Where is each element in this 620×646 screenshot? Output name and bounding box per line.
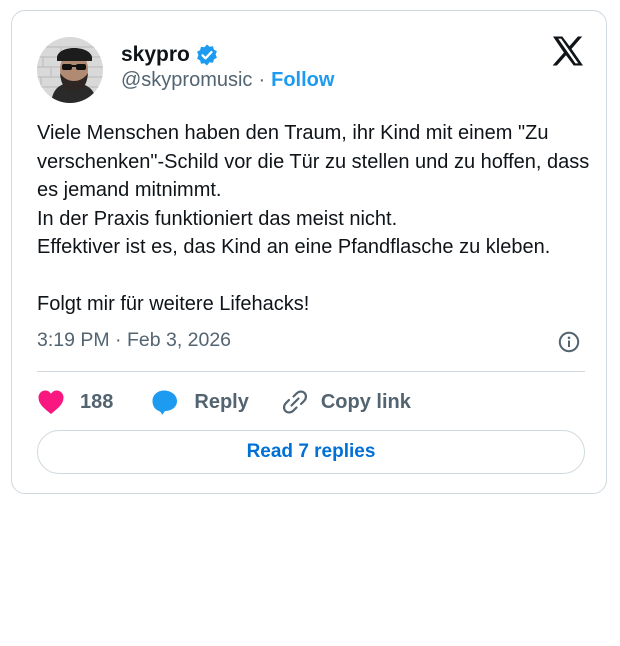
- heart-icon: [37, 389, 65, 415]
- avatar[interactable]: [37, 37, 103, 103]
- verified-badge-icon: [195, 43, 219, 67]
- like-button[interactable]: 188: [37, 389, 113, 415]
- author-display-name[interactable]: skypro: [121, 43, 190, 67]
- tweet-text: Viele Menschen haben den Traum, ihr Kind…: [37, 122, 590, 315]
- link-icon: [281, 388, 309, 416]
- avatar-image: [37, 37, 103, 103]
- author-handle[interactable]: @skypromusic: [121, 69, 252, 92]
- author-name-row[interactable]: skypro: [121, 43, 219, 67]
- like-count: 188: [80, 390, 114, 413]
- x-logo-icon[interactable]: [552, 36, 584, 66]
- divider: [37, 371, 585, 372]
- reply-button[interactable]: Reply: [151, 389, 249, 416]
- author-handle-row: @skypromusic · Follow: [121, 69, 334, 92]
- info-icon[interactable]: [558, 331, 580, 353]
- tweet-card: skypro @skypromusic · Follow Viele Mensc…: [11, 10, 607, 494]
- separator-dot: ·: [258, 69, 266, 91]
- follow-button[interactable]: Follow: [271, 69, 334, 92]
- copy-link-button[interactable]: Copy link: [281, 388, 411, 416]
- reply-label: Reply: [194, 390, 249, 413]
- action-bar: 188 Reply Copy link: [37, 384, 411, 420]
- tweet-timestamp[interactable]: 3:19 PM · Feb 3, 2026: [37, 329, 231, 352]
- read-replies-button[interactable]: Read 7 replies: [37, 430, 585, 474]
- copy-link-label: Copy link: [320, 390, 411, 413]
- reply-bubble-icon: [151, 389, 179, 416]
- read-replies-label: Read 7 replies: [246, 441, 376, 462]
